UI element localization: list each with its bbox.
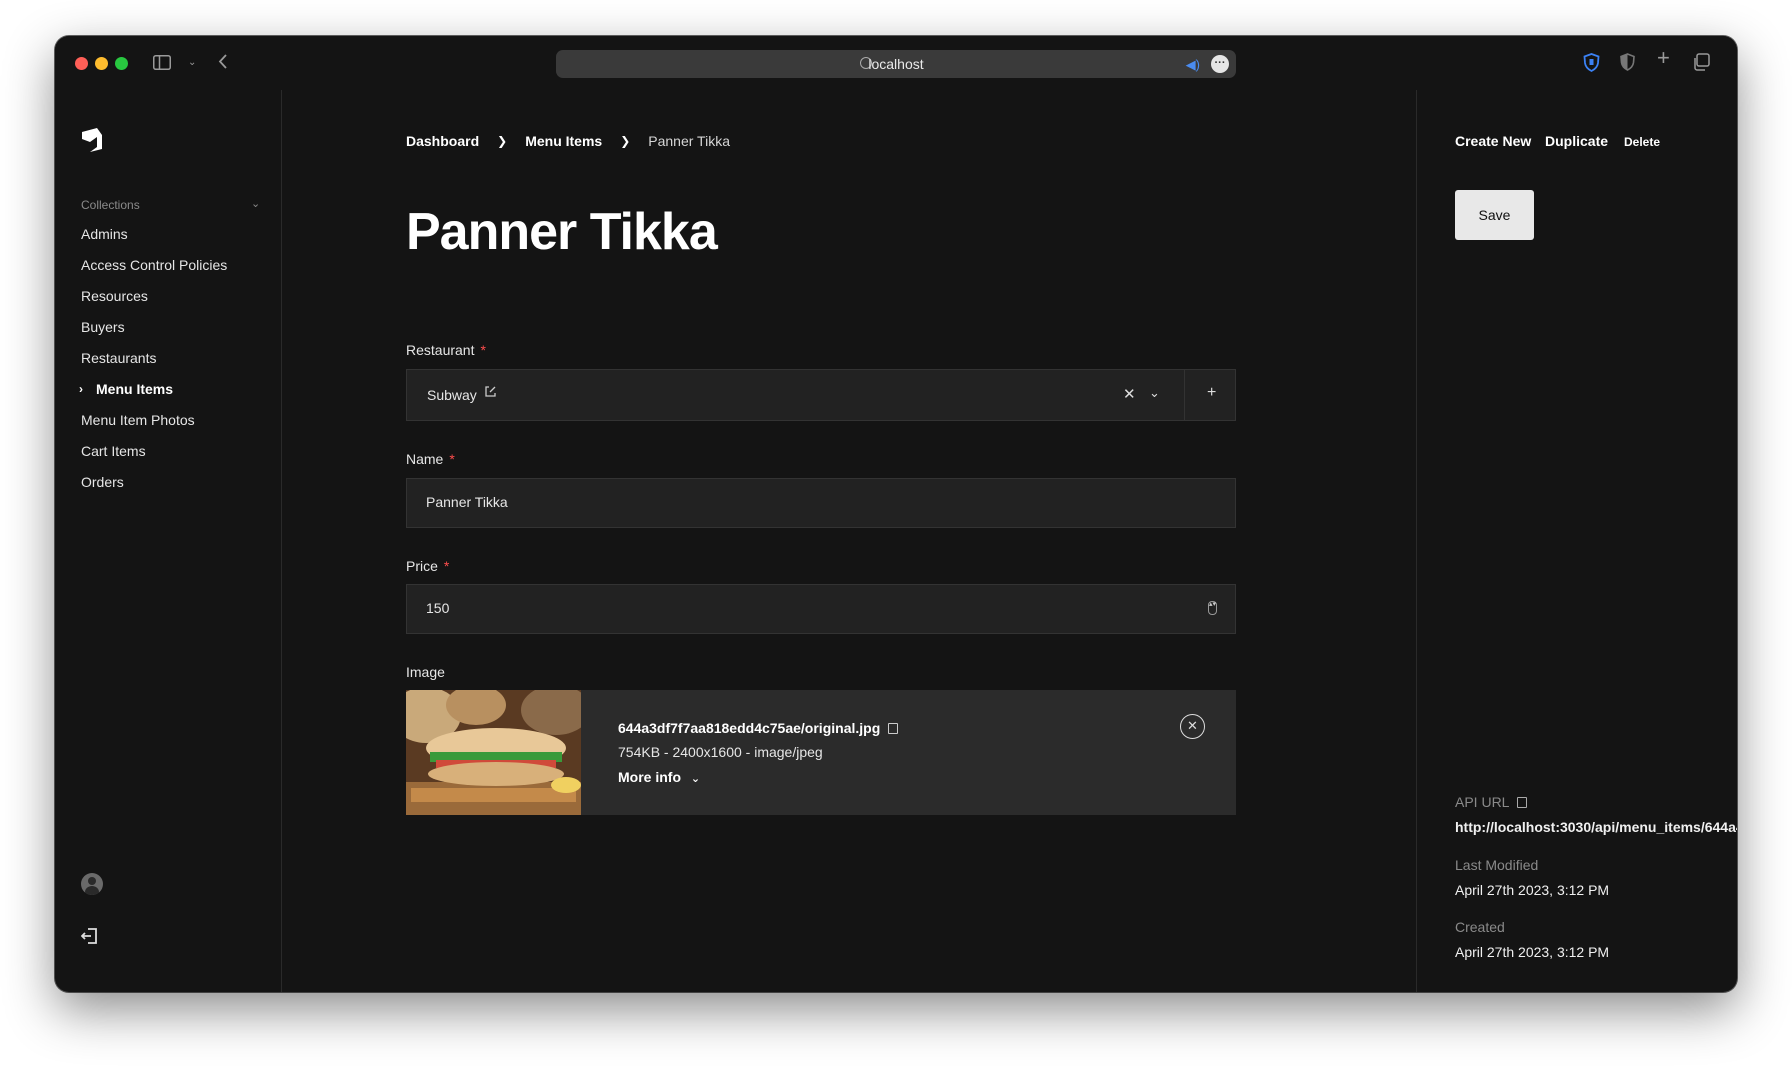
price-input[interactable]: 150 ▴▾ (406, 584, 1236, 634)
divider (1184, 370, 1185, 420)
logout-icon[interactable] (80, 927, 99, 950)
tab-overview-icon[interactable] (1692, 53, 1710, 75)
sidebar-item-cart-items[interactable]: Cart Items (81, 443, 227, 474)
name-input[interactable]: Panner Tikka (406, 478, 1236, 528)
sidebar: Collections ⌄ Admins Access Control Poli… (55, 90, 282, 992)
back-arrow-icon[interactable] (218, 53, 228, 74)
delete-button[interactable]: Delete (1624, 135, 1660, 149)
more-options-icon[interactable]: ··· (1211, 55, 1229, 73)
chevron-down-icon[interactable]: ⌄ (1149, 385, 1160, 401)
sidebar-item-menu-items[interactable]: › Menu Items (79, 381, 227, 412)
restaurant-label: Restaurant * (406, 342, 486, 358)
number-stepper-icon[interactable]: ▴▾ (1208, 601, 1217, 615)
remove-image-button[interactable]: ✕ (1180, 714, 1205, 739)
sidebar-item-menu-item-photos[interactable]: Menu Item Photos (81, 412, 227, 443)
price-label-text: Price (406, 558, 438, 574)
chevron-down-icon[interactable]: ⌄ (188, 55, 196, 71)
api-url-link[interactable]: http://localhost:3030/api/menu_items/644… (1455, 819, 1737, 835)
chevron-down-icon[interactable]: ⌄ (251, 197, 260, 210)
restaurant-select[interactable]: Subway ✕ ⌄ + (406, 369, 1236, 421)
speaker-icon[interactable]: ◀) (1186, 57, 1200, 73)
required-mark: * (443, 558, 450, 574)
breadcrumb-menu-items[interactable]: Menu Items (525, 133, 602, 149)
restaurant-value: Subway (427, 387, 477, 403)
sidebar-nav: Admins Access Control Policies Resources… (79, 226, 227, 505)
privacy-icon[interactable] (1620, 53, 1635, 75)
restaurant-label-text: Restaurant (406, 342, 475, 358)
breadcrumb: Dashboard ❯ Menu Items ❯ Panner Tikka (406, 133, 730, 149)
api-url-label: API URL (1455, 794, 1528, 810)
chevron-right-icon: ❯ (620, 134, 631, 148)
url-text: localhost (868, 56, 924, 72)
document-controls: Create New Duplicate Delete Save API URL… (1416, 90, 1737, 992)
new-tab-icon[interactable]: + (1657, 47, 1670, 69)
browser-toolbar: ⌄ localhost ◀) ··· + (55, 36, 1737, 90)
name-input-value: Panner Tikka (426, 494, 508, 510)
chevron-down-icon: ⌄ (690, 773, 701, 785)
sidebar-item-resources[interactable]: Resources (81, 288, 227, 319)
last-modified-value: April 27th 2023, 3:12 PM (1455, 882, 1610, 898)
copy-icon[interactable] (888, 723, 899, 734)
browser-window: ⌄ localhost ◀) ··· + Collections ⌄ Admin… (55, 36, 1737, 992)
image-label: Image (406, 664, 445, 680)
duplicate-button[interactable]: Duplicate (1545, 133, 1608, 149)
file-name: 644a3df7f7aa818edd4c75ae/original.jpg (618, 720, 899, 736)
copy-icon[interactable] (1517, 797, 1528, 808)
chevron-right-icon: › (79, 382, 83, 396)
app-logo[interactable] (81, 127, 103, 153)
last-modified-label: Last Modified (1455, 857, 1539, 873)
sidebar-toggle-icon[interactable] (153, 55, 171, 74)
image-thumbnail[interactable] (406, 690, 581, 815)
add-relation-button[interactable]: + (1207, 384, 1216, 402)
required-mark: * (480, 342, 486, 358)
more-info-label: More info (618, 769, 681, 785)
clear-icon[interactable]: ✕ (1123, 385, 1136, 403)
more-info-toggle[interactable]: More info ⌄ (618, 769, 700, 785)
main-content: Dashboard ❯ Menu Items ❯ Panner Tikka Pa… (282, 90, 1416, 992)
created-value: April 27th 2023, 3:12 PM (1455, 944, 1610, 960)
required-mark: * (449, 451, 455, 467)
edit-icon[interactable] (485, 386, 496, 400)
sidebar-item-admins[interactable]: Admins (81, 226, 227, 257)
sidebar-item-label: Menu Items (96, 381, 174, 397)
page-title: Panner Tikka (406, 203, 718, 261)
address-bar[interactable]: localhost ◀) ··· (556, 50, 1236, 78)
price-input-value: 150 (426, 600, 450, 616)
sidebar-item-access-control-policies[interactable]: Access Control Policies (81, 257, 227, 288)
sidebar-item-restaurants[interactable]: Restaurants (81, 350, 227, 381)
breadcrumb-current: Panner Tikka (648, 133, 730, 149)
api-url-label-text: API URL (1455, 794, 1510, 810)
created-label: Created (1455, 919, 1505, 935)
create-new-button[interactable]: Create New (1455, 133, 1531, 149)
close-window-button[interactable] (75, 57, 88, 70)
zoom-window-button[interactable] (115, 57, 128, 70)
sidebar-item-buyers[interactable]: Buyers (81, 319, 227, 350)
price-label: Price * (406, 558, 449, 574)
shield-icon[interactable] (1583, 53, 1600, 76)
save-button[interactable]: Save (1455, 190, 1534, 240)
minimize-window-button[interactable] (95, 57, 108, 70)
name-label: Name * (406, 451, 455, 467)
chevron-right-icon: ❯ (497, 134, 508, 148)
file-meta: 754KB - 2400x1600 - image/jpeg (618, 744, 823, 760)
image-upload: 644a3df7f7aa818edd4c75ae/original.jpg 75… (406, 690, 1236, 815)
file-name-text: 644a3df7f7aa818edd4c75ae/original.jpg (618, 720, 881, 736)
breadcrumb-dashboard[interactable]: Dashboard (406, 133, 479, 149)
user-avatar[interactable] (81, 873, 103, 895)
name-label-text: Name (406, 451, 444, 467)
sidebar-item-orders[interactable]: Orders (81, 474, 227, 505)
collections-label: Collections (81, 198, 140, 212)
